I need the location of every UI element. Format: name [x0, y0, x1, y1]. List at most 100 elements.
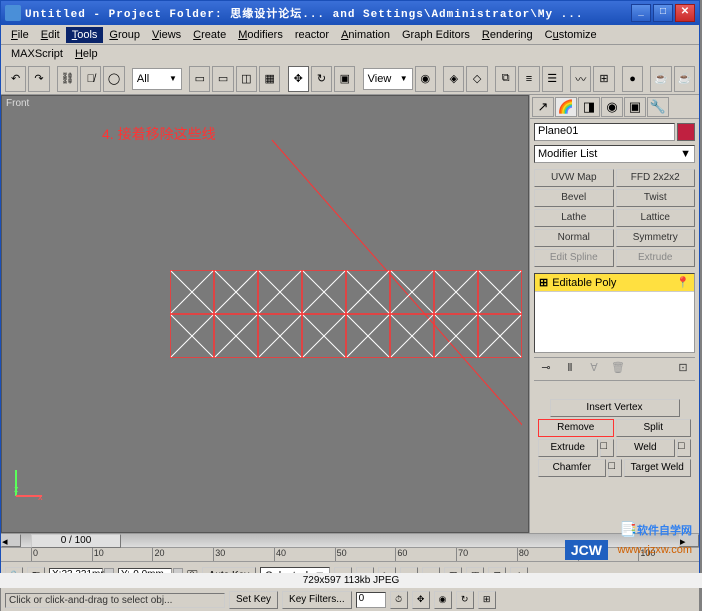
minimize-button[interactable]: _ — [631, 4, 651, 22]
utilities-tab[interactable]: 🔧 — [647, 97, 669, 117]
stack-editable-poly[interactable]: ⊞ Editable Poly 📍 — [535, 274, 694, 292]
mod-lathe[interactable]: Lathe — [534, 209, 614, 227]
keyfilters-button[interactable]: Key Filters... — [282, 591, 352, 609]
close-button[interactable]: ✕ — [675, 4, 695, 22]
mirror-button[interactable]: ⧉ — [495, 66, 516, 92]
show-end-icon[interactable]: Ⅱ — [562, 361, 578, 377]
menu-customize[interactable]: Customize — [539, 27, 603, 43]
target-weld-button[interactable]: Target Weld — [624, 459, 692, 477]
modifier-list-dropdown[interactable]: Modifier List▼ — [534, 145, 695, 163]
menu-reactor[interactable]: reactor — [289, 27, 335, 43]
object-color-swatch[interactable] — [677, 123, 695, 141]
unlink-button[interactable]: ⛓̸ — [80, 66, 101, 92]
mod-editspline[interactable]: Edit Spline — [534, 249, 614, 267]
menu-tools[interactable]: Tools — [66, 27, 104, 43]
rotate-button[interactable]: ↻ — [311, 66, 332, 92]
select-region-button[interactable]: ◫ — [236, 66, 257, 92]
menu-modifiers[interactable]: Modifiers — [232, 27, 289, 43]
undo-button[interactable]: ↶ — [5, 66, 26, 92]
stack-item-label: Editable Poly — [552, 277, 616, 289]
image-info: 729x597 113kb JPEG — [0, 573, 702, 588]
snap-button[interactable]: ◈ — [443, 66, 464, 92]
display-tab[interactable]: ▣ — [624, 97, 646, 117]
menu-views[interactable]: Views — [146, 27, 187, 43]
menu-edit[interactable]: Edit — [35, 27, 66, 43]
hierarchy-tab[interactable]: ◨ — [578, 97, 600, 117]
pin-icon[interactable]: 📍 — [676, 276, 690, 289]
mod-bevel[interactable]: Bevel — [534, 189, 614, 207]
modify-tab[interactable]: 🌈 — [555, 97, 577, 117]
remove-mod-icon[interactable]: 🗑 — [610, 361, 626, 377]
mod-twist[interactable]: Twist — [616, 189, 696, 207]
redo-button[interactable]: ↷ — [28, 66, 49, 92]
pivot-button[interactable]: ◉ — [415, 66, 436, 92]
menu-rendering[interactable]: Rendering — [476, 27, 539, 43]
select-button[interactable]: ▭ — [189, 66, 210, 92]
titlebar: Untitled - Project Folder: 思缘设计论坛... and… — [1, 1, 699, 25]
mod-normal[interactable]: Normal — [534, 229, 614, 247]
motion-tab[interactable]: ◉ — [601, 97, 623, 117]
viewport-front[interactable]: Front 4. 接着移除这些线 — [1, 95, 529, 533]
extrude-button[interactable]: Extrude — [538, 439, 598, 457]
configure-icon[interactable]: ⊡ — [675, 361, 691, 377]
link-button[interactable]: ⛓ — [57, 66, 78, 92]
select-name-button[interactable]: ▭ — [212, 66, 233, 92]
chamfer-button[interactable]: Chamfer — [538, 459, 606, 477]
annotation-text: 4. 接着移除这些线 — [102, 124, 216, 144]
expand-icon[interactable]: ⊞ — [539, 276, 548, 289]
menu-animation[interactable]: Animation — [335, 27, 396, 43]
mod-lattice[interactable]: Lattice — [616, 209, 696, 227]
extrude-settings-button[interactable]: □ — [600, 439, 614, 457]
nav-6[interactable]: ◉ — [434, 591, 452, 609]
pin-stack-icon[interactable]: ⊸ — [538, 361, 554, 377]
modifier-stack[interactable]: ⊞ Editable Poly 📍 — [534, 273, 695, 353]
make-unique-icon[interactable]: ∀ — [586, 361, 602, 377]
bind-button[interactable]: ◯ — [103, 66, 124, 92]
mod-uvwmap[interactable]: UVW Map — [534, 169, 614, 187]
timeline-left-button[interactable]: ◂ — [1, 534, 21, 547]
menu-file[interactable]: File — [5, 27, 35, 43]
maximize-button[interactable]: □ — [653, 4, 673, 22]
insert-vertex-button[interactable]: Insert Vertex — [550, 399, 680, 417]
menu-maxscript[interactable]: MAXScript — [5, 46, 69, 62]
mod-symmetry[interactable]: Symmetry — [616, 229, 696, 247]
menu-create[interactable]: Create — [187, 27, 232, 43]
weld-button[interactable]: Weld — [616, 439, 676, 457]
layers-button[interactable]: ☰ — [542, 66, 563, 92]
selection-filter-dropdown[interactable]: All▼ — [132, 68, 182, 90]
weld-settings-button[interactable]: □ — [677, 439, 691, 457]
scale-button[interactable]: ▣ — [334, 66, 355, 92]
menu-help[interactable]: Help — [69, 46, 104, 62]
mod-ffd[interactable]: FFD 2x2x2 — [616, 169, 696, 187]
menu-group[interactable]: Group — [103, 27, 146, 43]
time-config-button[interactable]: ⏱ — [390, 591, 408, 609]
menu-grapheditors[interactable]: Graph Editors — [396, 27, 476, 43]
curve-editor-button[interactable]: 〰 — [570, 66, 591, 92]
object-name-field[interactable]: Plane01 — [534, 123, 675, 141]
nav-5[interactable]: ✥ — [412, 591, 430, 609]
timeline-handle[interactable]: 0 / 100 — [31, 534, 121, 548]
chamfer-settings-button[interactable]: □ — [608, 459, 622, 477]
create-tab[interactable]: ↗ — [532, 97, 554, 117]
frame-input[interactable]: 0 — [356, 592, 386, 608]
nav-8[interactable]: ⊞ — [478, 591, 496, 609]
prompt-text: Click or click-and-drag to select obj... — [5, 593, 225, 608]
menubar-row2: MAXScript Help — [1, 45, 699, 63]
render-scene-button[interactable]: ☕ — [650, 66, 671, 92]
remove-button[interactable]: Remove — [538, 419, 614, 437]
setkey-button[interactable]: Set Key — [229, 591, 278, 609]
mod-extrude[interactable]: Extrude — [616, 249, 696, 267]
quick-render-button[interactable]: ☕ — [674, 66, 695, 92]
align-button[interactable]: ≡ — [518, 66, 539, 92]
move-button[interactable]: ✥ — [288, 66, 309, 92]
ref-coord-dropdown[interactable]: View▼ — [363, 68, 413, 90]
menubar: File Edit Tools Group Views Create Modif… — [1, 25, 699, 45]
angle-snap-button[interactable]: ◇ — [466, 66, 487, 92]
material-button[interactable]: ● — [622, 66, 643, 92]
window-crossing-button[interactable]: ▦ — [259, 66, 280, 92]
schematic-button[interactable]: ⊞ — [593, 66, 614, 92]
split-button[interactable]: Split — [616, 419, 692, 437]
nav-7[interactable]: ↻ — [456, 591, 474, 609]
app-icon — [5, 5, 21, 21]
plane-mesh[interactable] — [170, 270, 522, 358]
